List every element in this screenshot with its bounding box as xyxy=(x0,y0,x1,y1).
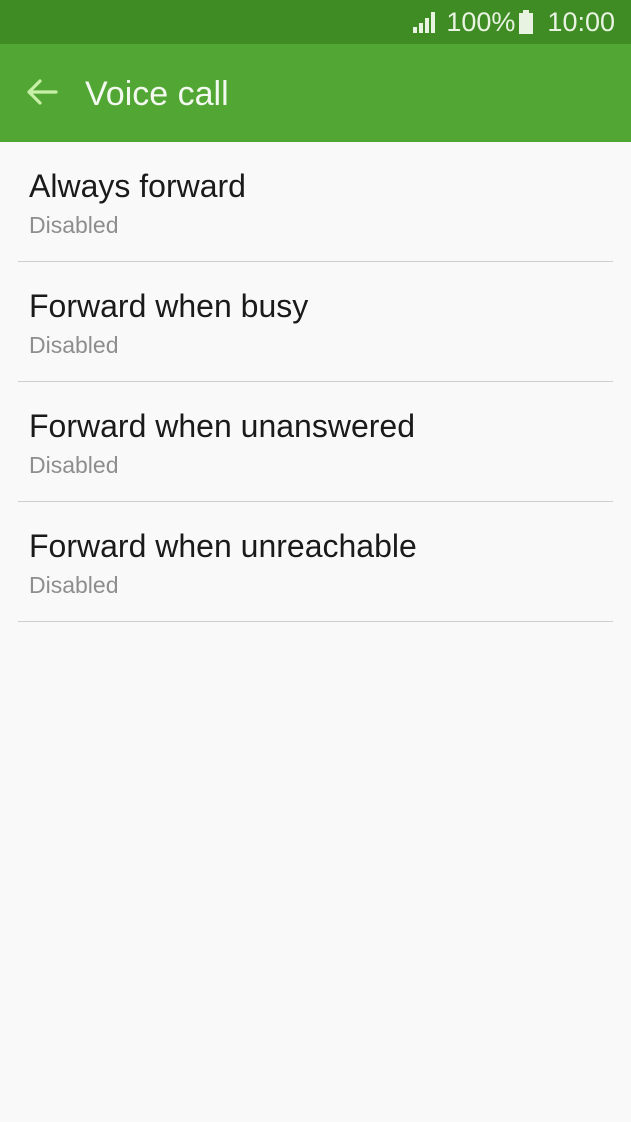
back-button[interactable] xyxy=(20,72,64,116)
item-status: Disabled xyxy=(29,332,119,358)
item-status: Disabled xyxy=(29,452,119,478)
divider xyxy=(18,621,613,622)
status-indicators: 100% 10:00 xyxy=(412,0,615,44)
page-title: Voice call xyxy=(85,75,229,113)
item-title: Forward when unreachable xyxy=(29,528,417,564)
signal-icon xyxy=(412,11,438,33)
battery-icon xyxy=(519,10,534,34)
item-status: Disabled xyxy=(29,572,119,598)
list-item-forward-when-unanswered[interactable]: Forward when unanswered Disabled xyxy=(0,382,631,502)
clock: 10:00 xyxy=(547,6,615,37)
item-title: Always forward xyxy=(29,168,246,204)
item-status: Disabled xyxy=(29,212,119,238)
arrow-left-icon xyxy=(26,78,58,111)
status-bar: 100% 10:00 xyxy=(0,0,631,44)
list-item-forward-when-unreachable[interactable]: Forward when unreachable Disabled xyxy=(0,502,631,622)
app-bar: Voice call xyxy=(0,44,631,142)
call-forwarding-list: Always forward Disabled Forward when bus… xyxy=(0,142,631,622)
list-item-always-forward[interactable]: Always forward Disabled xyxy=(0,142,631,262)
list-item-forward-when-busy[interactable]: Forward when busy Disabled xyxy=(0,262,631,382)
item-title: Forward when busy xyxy=(29,288,309,324)
battery-percent: 100% xyxy=(446,6,516,37)
item-title: Forward when unanswered xyxy=(29,408,415,444)
